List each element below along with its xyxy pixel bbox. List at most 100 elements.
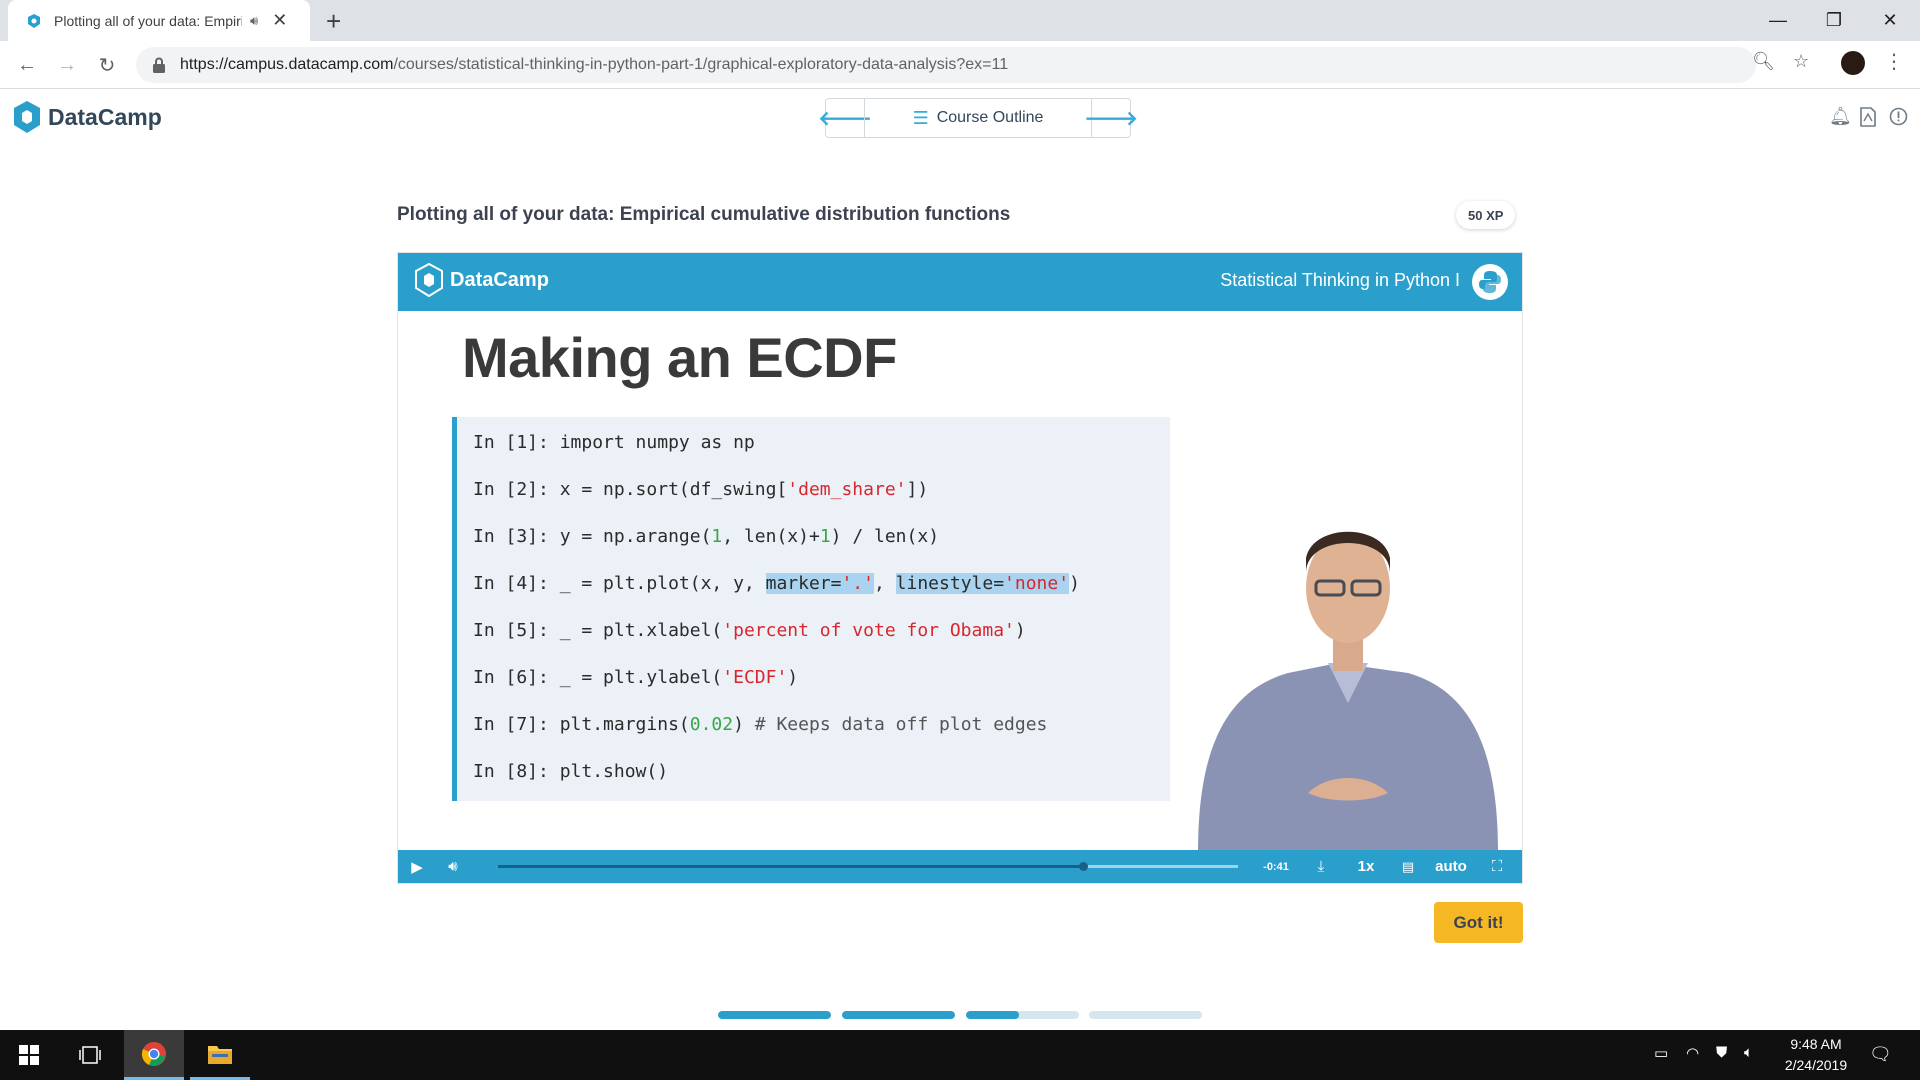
code-prompt: In [2]: xyxy=(473,479,560,500)
brand-name: DataCamp xyxy=(48,103,162,130)
code-text: plt.margins(0.02) # Keeps data off plot … xyxy=(559,714,1048,735)
address-bar[interactable]: https://campus.datacamp.com/courses/stat… xyxy=(136,47,1756,83)
code-line: In [2]: x = np.sort(df_swing['dem_share'… xyxy=(473,479,928,500)
code-text: x = np.sort(df_swing['dem_share']) xyxy=(559,479,929,500)
previous-exercise-button[interactable]: 🡐 xyxy=(818,99,872,137)
slide-brand: DataCamp xyxy=(414,263,549,297)
chrome-taskbar-button[interactable] xyxy=(124,1030,184,1080)
battery-icon[interactable]: ▭ xyxy=(1654,1044,1668,1062)
course-outline-nav: 🡐 ☰ Course Outline 🡒 xyxy=(818,98,1138,138)
video-progress-thumb[interactable] xyxy=(1078,862,1088,871)
progress-step xyxy=(718,1011,831,1019)
windows-logo-icon xyxy=(19,1045,39,1065)
presenter-video-image xyxy=(1198,531,1498,853)
clock-time: 9:48 AM xyxy=(1790,1036,1842,1052)
restore-button[interactable]: ❐ xyxy=(1806,0,1862,41)
code-line: In [4]: _ = plt.plot(x, y, marker='.', l… xyxy=(473,573,1080,594)
volume-tray-icon[interactable]: 🔈︎ xyxy=(1744,1044,1753,1061)
xp-badge: 50 XP xyxy=(1456,201,1516,229)
code-line: In [5]: _ = plt.xlabel('percent of vote … xyxy=(473,620,1026,641)
speaker-icon[interactable]: 🔊︎ xyxy=(250,13,258,29)
slide-course-title: Statistical Thinking in Python I xyxy=(1220,270,1460,290)
lock-icon xyxy=(153,57,165,73)
datacamp-favicon-icon xyxy=(28,13,40,28)
code-line: In [1]: import numpy as np xyxy=(473,432,755,453)
url-path: /courses/statistical-thinking-in-python-… xyxy=(393,56,1009,73)
close-tab-icon[interactable]: ✕ xyxy=(272,10,287,31)
next-exercise-button[interactable]: 🡒 xyxy=(1084,99,1138,137)
progress-step xyxy=(966,1011,1079,1019)
fullscreen-icon[interactable]: ⛶ xyxy=(1482,850,1512,883)
new-tab-button[interactable]: + xyxy=(326,6,341,37)
folder-icon xyxy=(208,1045,232,1064)
code-prompt: In [7]: xyxy=(473,714,560,735)
datacamp-header: DataCamp 🡐 ☰ Course Outline 🡒 🔔︎ xyxy=(0,90,1920,146)
course-outline-button[interactable]: ☰ Course Outline xyxy=(864,99,1092,137)
video-progress-fill xyxy=(498,865,1083,868)
quality-button[interactable]: auto xyxy=(1428,850,1474,883)
progress-step xyxy=(842,1011,955,1019)
chrome-menu-icon[interactable]: ⋮ xyxy=(1884,52,1904,72)
browser-tab[interactable]: Plotting all of your data: Empirical cum… xyxy=(8,0,310,41)
notification-bell-icon[interactable]: 🔔︎ xyxy=(1829,106,1852,127)
back-button[interactable]: ← xyxy=(13,51,41,79)
code-line: In [3]: y = np.arange(1, len(x)+1) / len… xyxy=(473,526,939,547)
code-text: _ = plt.xlabel('percent of vote for Obam… xyxy=(559,620,1026,641)
action-center-icon[interactable]: 🗨︎ xyxy=(1869,1044,1892,1065)
got-it-button[interactable]: Got it! xyxy=(1434,902,1523,943)
code-prompt: In [5]: xyxy=(473,620,560,641)
volume-icon[interactable]: 🔊︎ xyxy=(438,850,468,883)
zoom-icon[interactable]: 🔍︎ xyxy=(1752,51,1775,72)
progress-step-fill xyxy=(718,1011,831,1019)
clock-date: 2/24/2019 xyxy=(1784,1057,1848,1073)
play-icon[interactable]: ▶ xyxy=(402,850,432,883)
video-player[interactable]: DataCamp Statistical Thinking in Python … xyxy=(397,252,1523,884)
system-clock[interactable]: 9:48 AM 2/24/2019 xyxy=(1773,1034,1859,1076)
python-logo-icon xyxy=(1472,264,1508,300)
code-line: In [8]: plt.show() xyxy=(473,761,668,782)
video-controls: ▶ 🔊︎ -0:41 ⤓ 1x ▤ auto ⛶ xyxy=(398,850,1522,883)
reload-button[interactable]: ↻ xyxy=(93,51,121,79)
slide-heading: Making an ECDF xyxy=(462,326,897,389)
file-explorer-taskbar-button[interactable] xyxy=(190,1030,250,1080)
download-icon[interactable]: ⤓ xyxy=(1306,850,1336,883)
close-window-button[interactable]: ✕ xyxy=(1862,0,1918,41)
time-remaining: -0:41 xyxy=(1263,860,1289,873)
code-block: In [1]: import numpy as np In [2]: x = n… xyxy=(452,417,1170,801)
profile-avatar[interactable] xyxy=(1841,51,1865,75)
code-text: import numpy as np xyxy=(559,432,755,453)
bookmark-star-icon[interactable]: ☆ xyxy=(1793,51,1809,72)
chrome-icon xyxy=(141,1041,166,1066)
minimize-button[interactable]: — xyxy=(1750,0,1806,41)
code-text: _ = plt.plot(x, y, marker='.', linestyle… xyxy=(559,573,1080,594)
code-prompt: In [1]: xyxy=(473,432,560,453)
menu-icon: ☰ xyxy=(912,107,929,128)
video-progress-bar[interactable] xyxy=(498,862,1238,871)
code-text: y = np.arange(1, len(x)+1) / len(x) xyxy=(559,526,940,547)
task-view-icon xyxy=(79,1046,101,1064)
code-line: In [6]: _ = plt.ylabel('ECDF') xyxy=(473,667,798,688)
pdf-slides-icon[interactable] xyxy=(1860,107,1876,127)
url-text: https://campus.datacamp.com/courses/stat… xyxy=(180,56,1008,74)
browser-toolbar: ← → ↻ https://campus.datacamp.com/course… xyxy=(0,41,1920,89)
playback-speed-button[interactable]: 1x xyxy=(1346,850,1386,883)
course-outline-label: Course Outline xyxy=(936,109,1044,126)
forward-button[interactable]: → xyxy=(53,51,81,79)
progress-step-fill xyxy=(842,1011,955,1019)
code-prompt: In [8]: xyxy=(473,761,560,782)
exercise-title: Plotting all of your data: Empirical cum… xyxy=(397,204,1011,225)
start-button[interactable] xyxy=(0,1030,58,1080)
report-issue-icon[interactable] xyxy=(1889,107,1908,126)
code-prompt: In [4]: xyxy=(473,573,560,594)
datacamp-logo[interactable]: DataCamp xyxy=(12,100,162,134)
security-shield-icon[interactable]: ⛊ xyxy=(1716,1044,1727,1061)
code-prompt: In [3]: xyxy=(473,526,560,547)
task-view-button[interactable] xyxy=(62,1030,118,1080)
code-text: plt.show() xyxy=(559,761,669,782)
url-host: https://campus.datacamp.com xyxy=(180,56,394,73)
slide-brand-name: DataCamp xyxy=(450,268,549,291)
code-line: In [7]: plt.margins(0.02) # Keeps data o… xyxy=(473,714,1047,735)
captions-icon[interactable]: ▤ xyxy=(1394,850,1422,883)
tab-title: Plotting all of your data: Empirical cum… xyxy=(54,12,242,29)
network-icon[interactable]: ◠ xyxy=(1686,1044,1699,1062)
